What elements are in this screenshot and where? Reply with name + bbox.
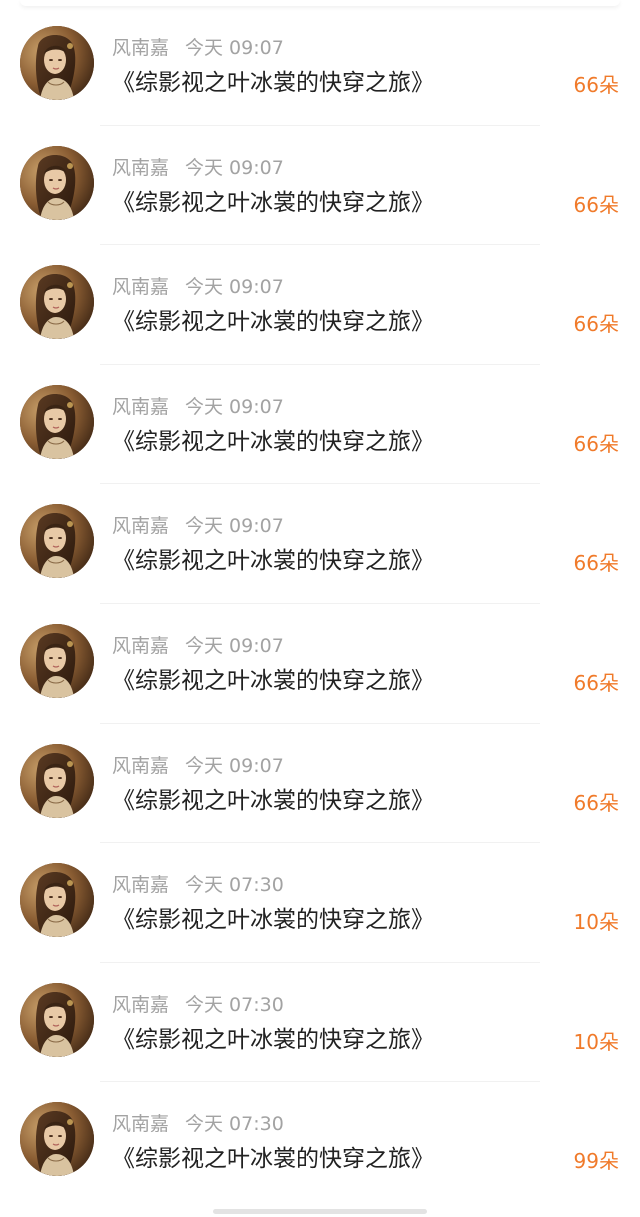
sender-line: 风南嘉 今天 09:07 [112, 395, 284, 419]
sender-name[interactable]: 风南嘉 [112, 635, 169, 657]
timestamp: 今天 07:30 [185, 993, 284, 1016]
list-item[interactable]: 风南嘉 今天 09:07 《综影视之叶冰裳的快穿之旅》 66朵 [0, 6, 640, 126]
gift-amount: 66朵 [573, 192, 619, 217]
sender-name[interactable]: 风南嘉 [112, 276, 169, 298]
sender-line: 风南嘉 今天 09:07 [112, 36, 284, 60]
avatar-portrait-icon [20, 863, 94, 938]
list-item[interactable]: 风南嘉 今天 07:30 《综影视之叶冰裳的快穿之旅》 10朵 [0, 963, 640, 1083]
timestamp: 今天 07:30 [185, 874, 284, 897]
gift-record-list[interactable]: 风南嘉 今天 09:07 《综影视之叶冰裳的快穿之旅》 66朵 风南嘉 今天 0… [0, 6, 640, 1202]
list-item[interactable]: 风南嘉 今天 09:07 《综影视之叶冰裳的快穿之旅》 66朵 [0, 126, 640, 246]
list-item[interactable]: 风南嘉 今天 09:07 《综影视之叶冰裳的快穿之旅》 66朵 [0, 484, 640, 604]
sender-line: 风南嘉 今天 07:30 [112, 1112, 284, 1136]
gift-amount: 66朵 [573, 670, 619, 695]
avatar[interactable] [20, 384, 94, 459]
avatar-portrait-icon [20, 982, 94, 1057]
timestamp: 今天 09:07 [185, 515, 284, 538]
book-title[interactable]: 《综影视之叶冰裳的快穿之旅》 [112, 1023, 434, 1057]
sender-line: 风南嘉 今天 07:30 [112, 993, 284, 1017]
avatar-portrait-icon [20, 145, 94, 220]
avatar-portrait-icon [20, 384, 94, 459]
timestamp: 今天 09:07 [185, 634, 284, 657]
gift-amount: 10朵 [573, 910, 619, 935]
list-item[interactable]: 风南嘉 今天 07:30 《综影视之叶冰裳的快穿之旅》 99朵 [0, 1082, 640, 1202]
sender-line: 风南嘉 今天 09:07 [112, 156, 284, 180]
avatar-portrait-icon [20, 743, 94, 818]
gift-amount: 66朵 [573, 790, 619, 815]
sender-name[interactable]: 风南嘉 [112, 1113, 169, 1135]
book-title[interactable]: 《综影视之叶冰裳的快穿之旅》 [112, 66, 434, 100]
timestamp: 今天 09:07 [185, 395, 284, 418]
gift-amount: 10朵 [573, 1029, 619, 1054]
sender-line: 风南嘉 今天 09:07 [112, 634, 284, 658]
timestamp: 今天 09:07 [185, 754, 284, 777]
sender-name[interactable]: 风南嘉 [112, 37, 169, 59]
avatar[interactable] [20, 1102, 94, 1177]
book-title[interactable]: 《综影视之叶冰裳的快穿之旅》 [112, 425, 434, 459]
avatar[interactable] [20, 743, 94, 818]
avatar-portrait-icon [20, 26, 94, 100]
timestamp: 今天 09:07 [185, 276, 284, 299]
gift-record-page: 风南嘉 今天 09:07 《综影视之叶冰裳的快穿之旅》 66朵 风南嘉 今天 0… [0, 0, 640, 1217]
sender-name[interactable]: 风南嘉 [112, 515, 169, 537]
list-item[interactable]: 风南嘉 今天 09:07 《综影视之叶冰裳的快穿之旅》 66朵 [0, 604, 640, 724]
avatar[interactable] [20, 623, 94, 698]
sender-name[interactable]: 风南嘉 [112, 157, 169, 179]
gift-amount: 66朵 [573, 551, 619, 576]
book-title[interactable]: 《综影视之叶冰裳的快穿之旅》 [112, 664, 434, 698]
avatar[interactable] [20, 504, 94, 579]
gift-amount: 66朵 [573, 431, 619, 456]
book-title[interactable]: 《综影视之叶冰裳的快穿之旅》 [112, 1142, 434, 1176]
book-title[interactable]: 《综影视之叶冰裳的快穿之旅》 [112, 903, 434, 937]
gift-amount: 66朵 [573, 312, 619, 337]
avatar-portrait-icon [20, 265, 94, 340]
list-item[interactable]: 风南嘉 今天 09:07 《综影视之叶冰裳的快穿之旅》 66朵 [0, 724, 640, 844]
book-title[interactable]: 《综影视之叶冰裳的快穿之旅》 [112, 305, 434, 339]
sender-name[interactable]: 风南嘉 [112, 396, 169, 418]
sender-line: 风南嘉 今天 09:07 [112, 514, 284, 538]
book-title[interactable]: 《综影视之叶冰裳的快穿之旅》 [112, 186, 434, 220]
avatar-portrait-icon [20, 1102, 94, 1177]
sender-name[interactable]: 风南嘉 [112, 994, 169, 1016]
timestamp: 今天 07:30 [185, 1113, 284, 1136]
sender-line: 风南嘉 今天 09:07 [112, 275, 284, 299]
timestamp: 今天 09:07 [185, 37, 284, 59]
gift-amount: 99朵 [573, 1149, 619, 1174]
sender-line: 风南嘉 今天 09:07 [112, 754, 284, 778]
list-item[interactable]: 风南嘉 今天 09:07 《综影视之叶冰裳的快穿之旅》 66朵 [0, 365, 640, 485]
avatar[interactable] [20, 863, 94, 938]
sender-line: 风南嘉 今天 07:30 [112, 873, 284, 897]
home-indicator[interactable] [213, 1209, 427, 1214]
avatar[interactable] [20, 265, 94, 340]
list-item[interactable]: 风南嘉 今天 09:07 《综影视之叶冰裳的快穿之旅》 66朵 [0, 245, 640, 365]
book-title[interactable]: 《综影视之叶冰裳的快穿之旅》 [112, 784, 434, 818]
gift-amount: 66朵 [573, 73, 619, 97]
sender-name[interactable]: 风南嘉 [112, 755, 169, 777]
avatar-portrait-icon [20, 623, 94, 698]
avatar[interactable] [20, 982, 94, 1057]
book-title[interactable]: 《综影视之叶冰裳的快穿之旅》 [112, 544, 434, 578]
avatar-portrait-icon [20, 504, 94, 579]
avatar[interactable] [20, 26, 94, 100]
timestamp: 今天 09:07 [185, 156, 284, 179]
avatar[interactable] [20, 145, 94, 220]
list-item[interactable]: 风南嘉 今天 07:30 《综影视之叶冰裳的快穿之旅》 10朵 [0, 843, 640, 963]
sender-name[interactable]: 风南嘉 [112, 874, 169, 896]
